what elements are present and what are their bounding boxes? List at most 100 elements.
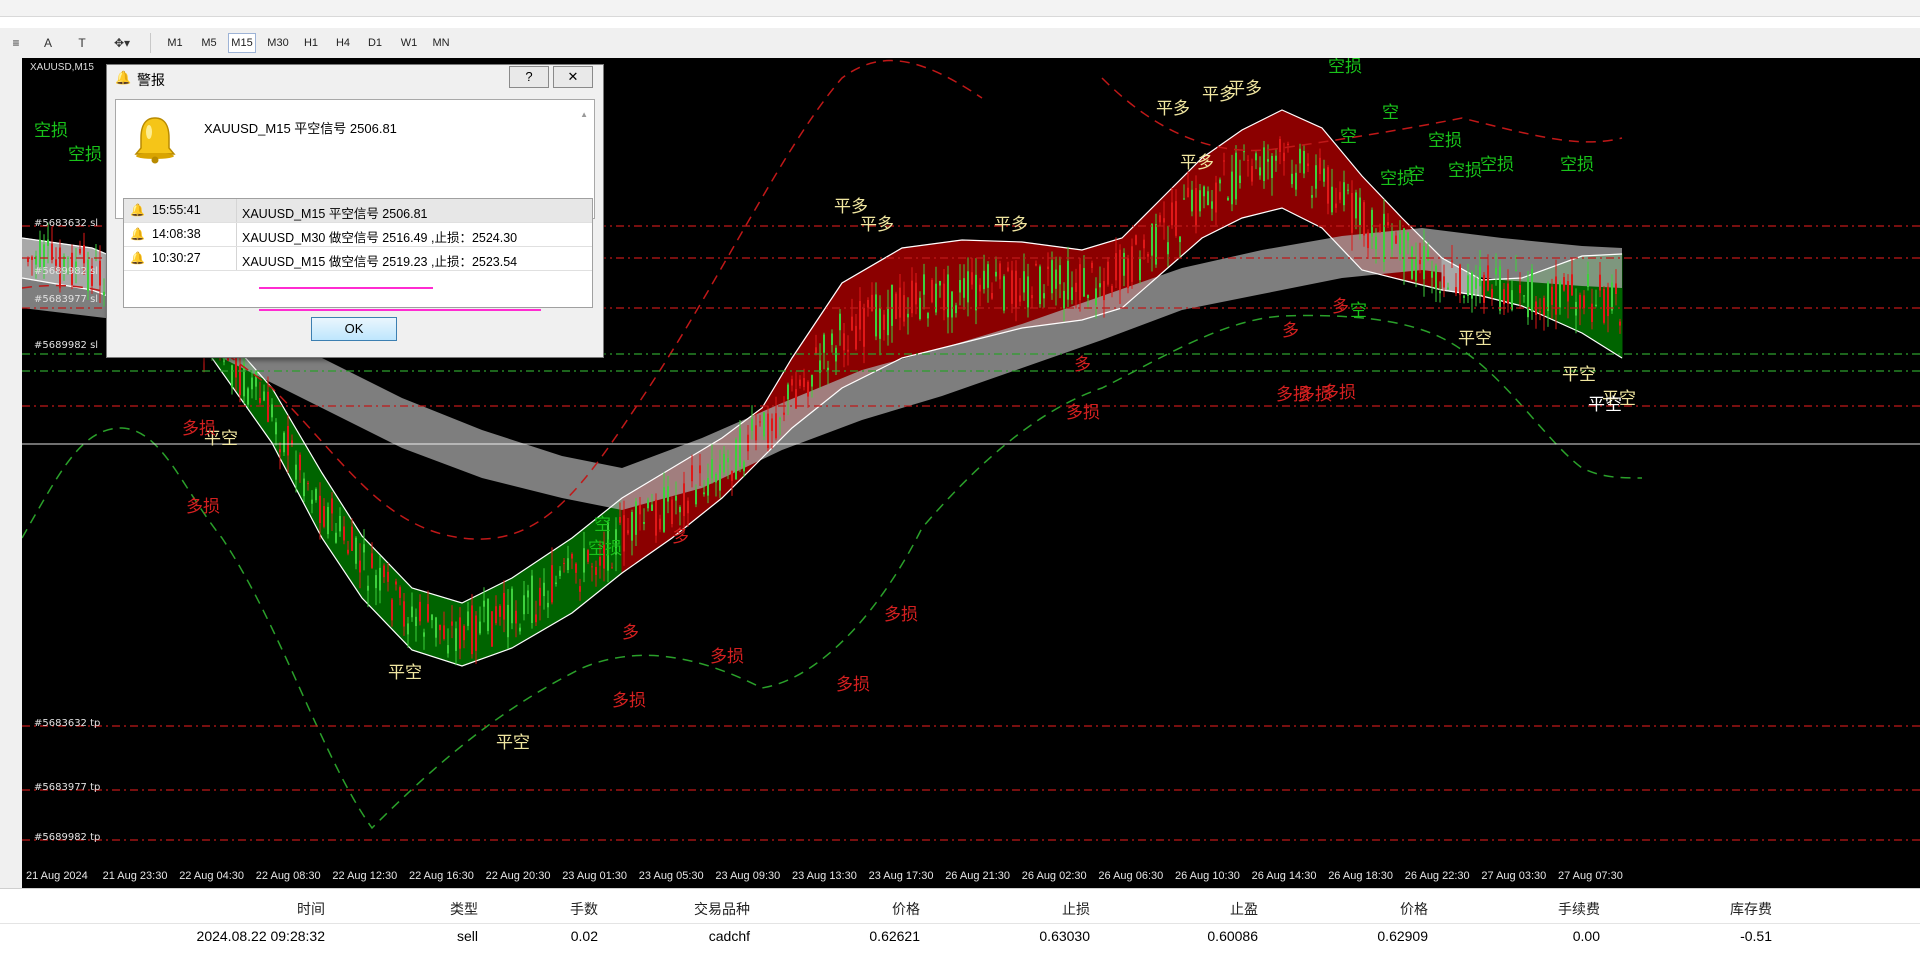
signal-label: 多: [1282, 321, 1299, 341]
signal-label: 平空: [1588, 395, 1622, 415]
bell-icon: 🔔: [130, 227, 145, 241]
text-label-icon[interactable]: T: [72, 34, 92, 52]
column-header[interactable]: 手数: [570, 899, 598, 919]
signal-label: 平多: [1228, 79, 1262, 99]
column-divider: [236, 247, 237, 270]
close-button[interactable]: ✕: [553, 66, 593, 88]
time-tick-label: 23 Aug 05:30: [638, 870, 704, 882]
column-header[interactable]: 止损: [1062, 899, 1090, 919]
order-level-label: #5683632 tp: [34, 718, 101, 729]
signal-label: 空损: [1328, 58, 1362, 77]
signal-label: 空损: [1428, 131, 1462, 151]
signal-label: 平多: [860, 215, 894, 235]
time-tick-label: 23 Aug 17:30: [868, 870, 934, 882]
timeframe-d1[interactable]: D1: [362, 34, 388, 52]
column-header[interactable]: 时间: [297, 899, 325, 919]
table-cell: 0.62909: [1377, 928, 1428, 944]
time-tick-label: 27 Aug 03:30: [1481, 870, 1547, 882]
highlight-underline: [259, 287, 433, 289]
signal-label: 平空: [388, 663, 422, 683]
toolbar-separator: [150, 33, 151, 53]
time-tick-label: 22 Aug 12:30: [332, 870, 398, 882]
time-tick-label: 22 Aug 04:30: [179, 870, 245, 882]
help-button[interactable]: ?: [509, 66, 549, 88]
text-a-icon[interactable]: A: [38, 34, 58, 52]
alert-title: 警报: [137, 72, 165, 88]
table-cell: 2024.08.22 09:28:32: [196, 928, 325, 944]
large-bell-icon: [134, 117, 176, 164]
signal-label: 空损: [1560, 155, 1594, 175]
column-header[interactable]: 库存费: [1730, 899, 1772, 919]
signal-label: 多: [672, 527, 689, 547]
time-tick-label: 23 Aug 09:30: [715, 870, 781, 882]
time-tick-label: 23 Aug 13:30: [792, 870, 857, 882]
timeframe-m15[interactable]: M15: [228, 33, 256, 53]
signal-label: 空: [594, 515, 611, 535]
time-tick-label: 23 Aug 01:30: [562, 870, 628, 882]
signal-label: 多损: [710, 647, 744, 667]
arrows-dropdown-icon[interactable]: ✥▾: [104, 34, 140, 52]
time-tick-label: 22 Aug 08:30: [255, 870, 321, 882]
column-header[interactable]: 止盈: [1230, 899, 1258, 919]
signal-label: 空损: [1480, 155, 1514, 175]
time-tick-label: 22 Aug 20:30: [485, 870, 551, 882]
time-tick-label: 26 Aug 02:30: [1021, 870, 1087, 882]
timeframe-w1[interactable]: W1: [396, 34, 422, 52]
table-cell: 0.02: [570, 928, 598, 944]
column-divider: [236, 223, 237, 246]
timeframe-m5[interactable]: M5: [196, 34, 222, 52]
signal-label: 多: [1332, 297, 1349, 317]
signal-label: 平多: [1180, 153, 1214, 173]
signal-label: 多损: [1322, 383, 1356, 403]
signal-label: 平空: [1562, 365, 1596, 385]
menu-lines-icon[interactable]: ≡: [6, 34, 26, 52]
time-tick-label: 26 Aug 21:30: [945, 870, 1011, 882]
table-row[interactable]: 2024.08.22 09:28:32 sell 0.02 cadchf 0.62621…: [0, 923, 1920, 948]
alert-text: XAUUSD_M15 做空信号 2519.23 ,止损：2523.54: [242, 255, 518, 269]
timeframe-h4[interactable]: H4: [330, 34, 356, 52]
time-tick-label: 26 Aug 10:30: [1175, 870, 1240, 882]
alert-title-bar: 🔔 警报 ? ✕: [107, 65, 603, 91]
signal-label: 多: [622, 623, 639, 643]
alert-list-item[interactable]: 🔔 10:30:27 XAUUSD_M15 做空信号 2519.23 ,止损：252…: [124, 247, 592, 271]
alert-list-item[interactable]: 🔔 14:08:38 XAUUSD_M30 做空信号 2516.49 ,止损：252…: [124, 223, 592, 247]
table-cell: -0.51: [1740, 928, 1772, 944]
order-level-label: #5689982 sl: [34, 266, 99, 277]
timeframe-m30[interactable]: M30: [262, 34, 294, 52]
timeframe-h1[interactable]: H1: [298, 34, 324, 52]
column-header[interactable]: 价格: [892, 899, 920, 919]
timeframe-m1[interactable]: M1: [162, 34, 188, 52]
alert-text: XAUUSD_M30 做空信号 2516.49 ,止损：2524.30: [242, 231, 518, 245]
timeframe-mn[interactable]: MN: [428, 34, 454, 52]
alert-time: 10:30:27: [152, 251, 201, 265]
signal-label: 平空: [496, 733, 530, 753]
order-level-label: #5683977 tp: [34, 782, 101, 793]
column-divider: [236, 199, 237, 222]
column-header[interactable]: 交易品种: [694, 899, 750, 919]
ok-button[interactable]: OK: [311, 317, 397, 341]
table-cell: 0.63030: [1039, 928, 1090, 944]
time-tick-label: 26 Aug 06:30: [1098, 870, 1164, 882]
signal-label: 多: [1074, 355, 1091, 375]
signal-label: 空损: [68, 145, 102, 165]
symbol-label: XAUUSD,M15: [30, 62, 94, 73]
left-gutter: [0, 58, 23, 888]
column-header[interactable]: 手续费: [1558, 899, 1600, 919]
time-axis: 21 Aug 2024 21 Aug 23:30 22 Aug 04:30 22 Au…: [22, 864, 1920, 888]
highlight-underline: [259, 309, 541, 311]
signal-label: 平多: [834, 197, 868, 217]
top-strip: [0, 0, 1920, 17]
signal-label: 多损: [612, 691, 646, 711]
order-level-label: #5689982 tp: [34, 832, 101, 843]
time-tick-label: 27 Aug 07:30: [1558, 870, 1623, 882]
time-tick-label: 21 Aug 2024: [26, 870, 88, 882]
signal-label: 空损: [34, 121, 68, 141]
bell-icon: 🔔: [130, 203, 145, 217]
column-header[interactable]: 类型: [450, 899, 478, 919]
time-tick-label: 22 Aug 16:30: [409, 870, 474, 882]
alert-list-item[interactable]: 🔔 15:55:41 XAUUSD_M15 平空信号 2506.81: [124, 199, 592, 223]
bell-icon: 🔔: [115, 70, 132, 85]
table-cell: sell: [456, 928, 478, 944]
scroll-up-icon[interactable]: ▲: [580, 110, 588, 119]
column-header[interactable]: 价格: [1400, 899, 1428, 919]
